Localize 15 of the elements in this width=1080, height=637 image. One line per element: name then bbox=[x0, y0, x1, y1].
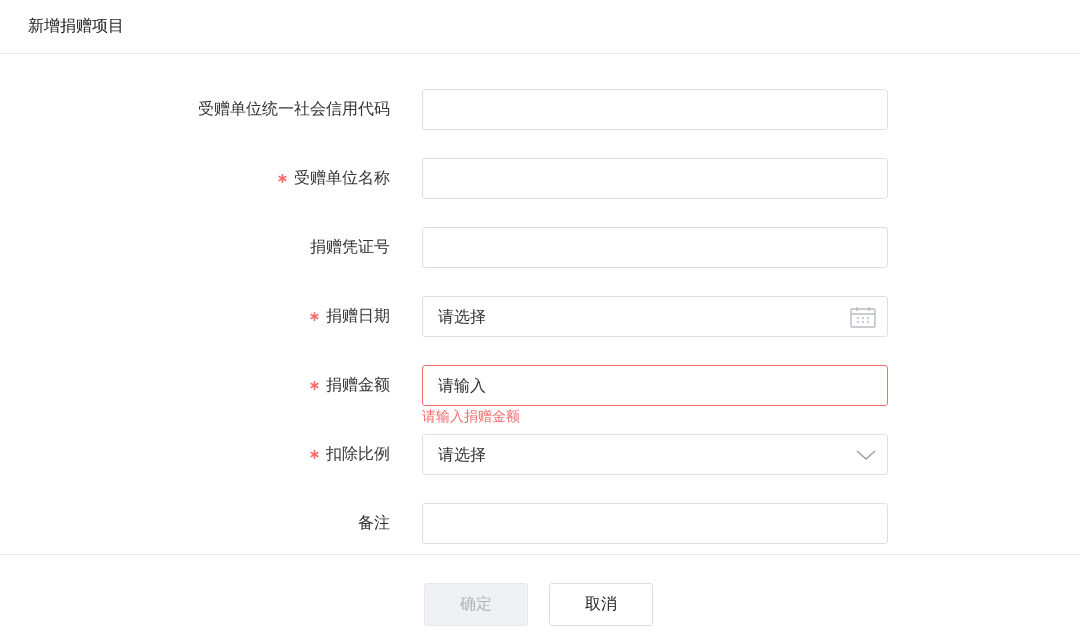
cancel-button[interactable]: 取消 bbox=[548, 583, 653, 626]
input-field[interactable]: 请输入 bbox=[422, 365, 888, 406]
field-label: 备注 bbox=[358, 513, 390, 534]
field-label: 扣除比例 bbox=[326, 444, 390, 465]
field-label: 捐赠金额 bbox=[326, 375, 390, 396]
field-label: 受赠单位名称 bbox=[294, 168, 390, 189]
select-field[interactable]: 请选择 bbox=[422, 434, 888, 475]
field-label: 受赠单位统一社会信用代码 bbox=[198, 99, 390, 120]
date-picker[interactable]: 请选择 bbox=[422, 296, 888, 337]
dialog-title: 新增捐赠项目 bbox=[28, 16, 124, 37]
field-label: 捐赠凭证号 bbox=[310, 237, 390, 258]
chevron-down-icon[interactable] bbox=[856, 448, 876, 461]
calendar-icon[interactable] bbox=[850, 305, 876, 328]
field-label: 捐赠日期 bbox=[326, 306, 390, 327]
error-message: 请输入捐赠金额 bbox=[422, 408, 520, 426]
